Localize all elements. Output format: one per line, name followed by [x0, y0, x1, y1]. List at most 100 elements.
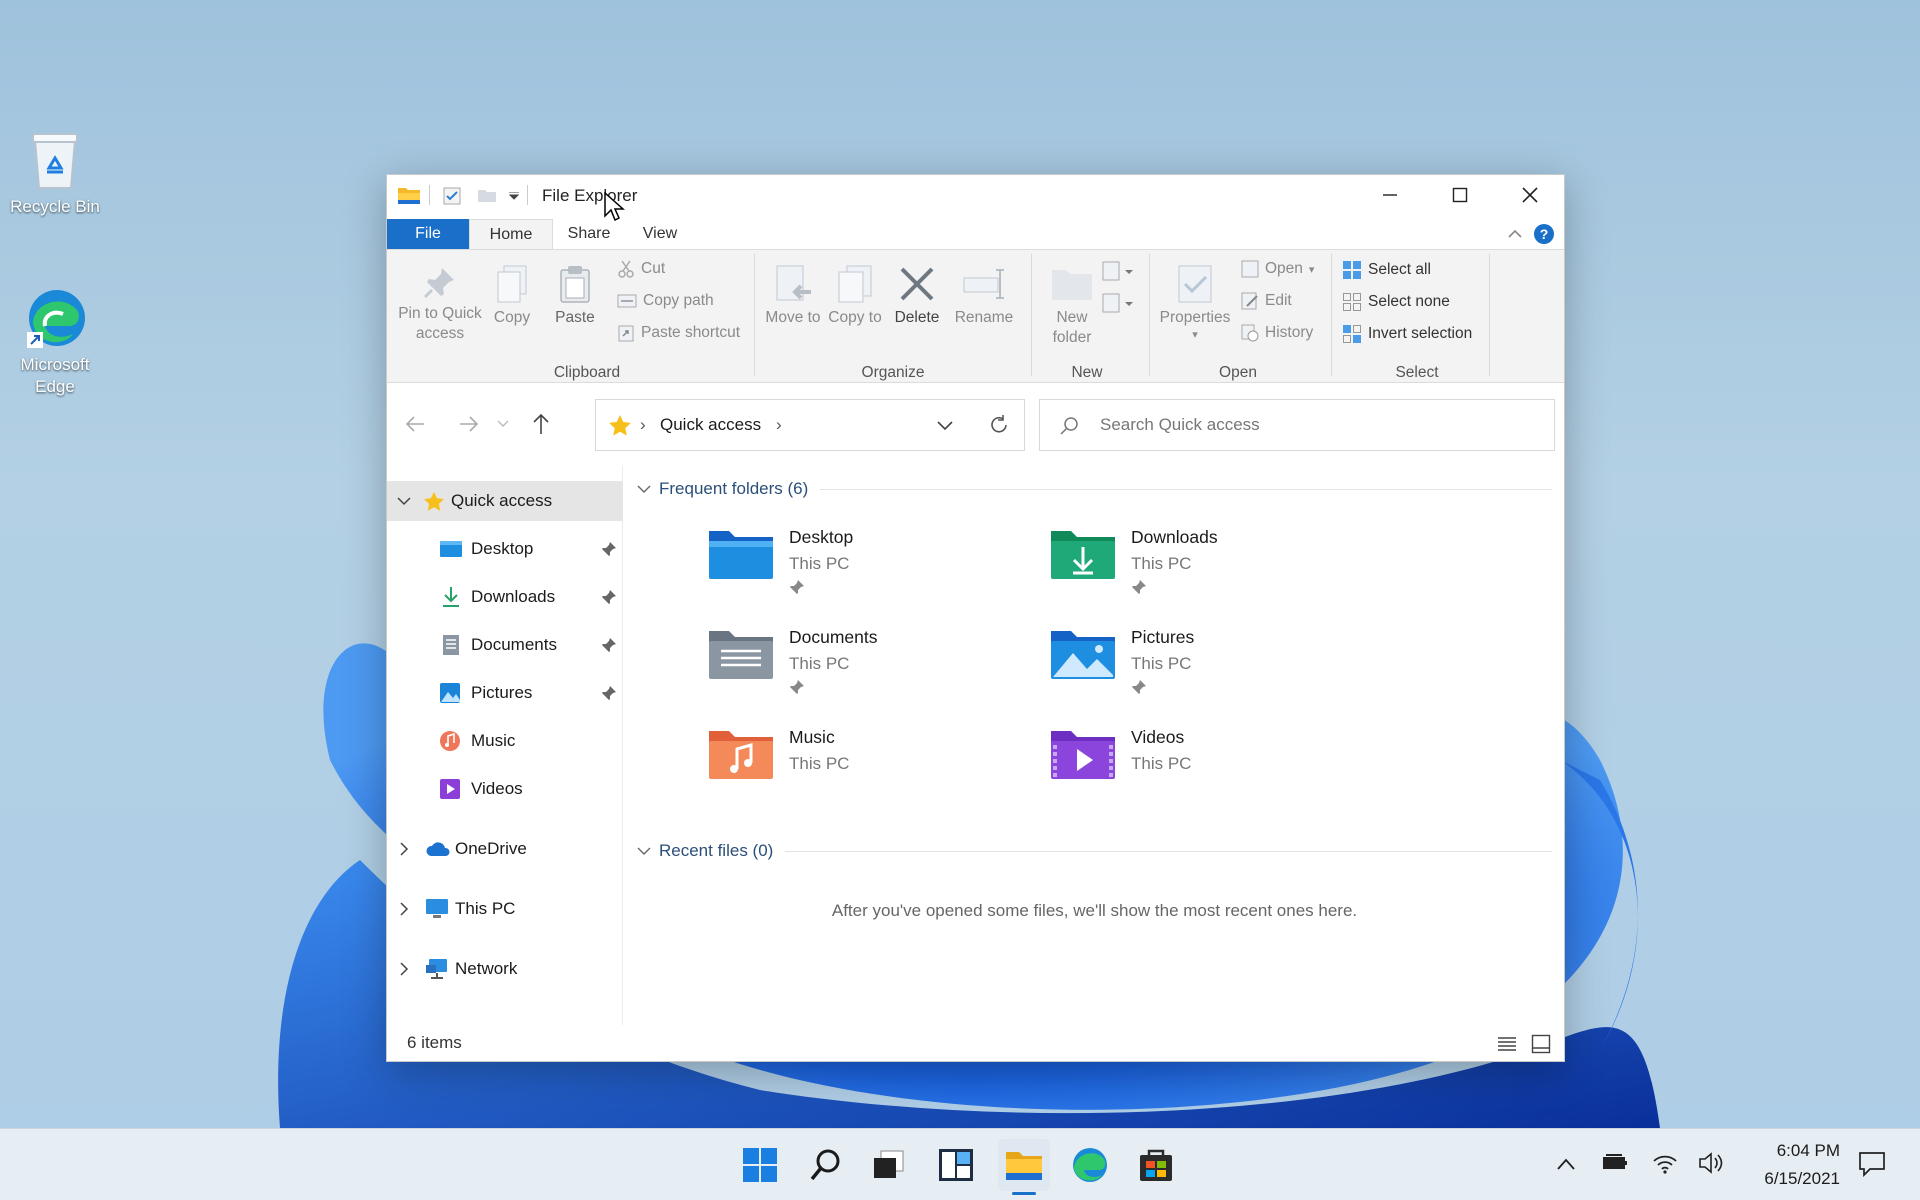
status-bar: 6 items [387, 1023, 1564, 1061]
properties-button[interactable]: Properties ▾ [1153, 264, 1237, 342]
recycle-bin-desktop-icon[interactable]: Recycle Bin [0, 128, 110, 218]
nav-quick-access[interactable]: Quick access [387, 481, 623, 521]
recent-locations-chevron-icon[interactable] [497, 420, 509, 428]
new-folder-quick-icon[interactable] [477, 189, 497, 203]
breadcrumb-quick-access[interactable]: Quick access [660, 415, 761, 435]
large-icons-view-icon[interactable] [1531, 1034, 1551, 1054]
nav-item-music[interactable]: Music [387, 721, 623, 761]
show-hidden-icons-chevron-icon[interactable] [1556, 1157, 1576, 1171]
cut-button[interactable]: Cut [617, 260, 665, 278]
expand-chevron-icon[interactable] [399, 902, 409, 916]
delete-label: Delete [894, 309, 940, 326]
help-icon[interactable]: ? [1533, 223, 1555, 245]
folder-tile-music[interactable]: Music This PC [707, 725, 1037, 809]
nav-item-downloads[interactable]: Downloads [387, 577, 623, 617]
folder-tile-videos[interactable]: Videos This PC [1049, 725, 1379, 809]
title-bar[interactable]: File Explorer [387, 175, 1564, 215]
battery-icon[interactable] [1602, 1153, 1628, 1173]
properties-quick-icon[interactable] [443, 187, 461, 205]
maximize-button[interactable] [1425, 175, 1495, 215]
folder-tile-desktop[interactable]: Desktop This PC [707, 525, 1037, 609]
nav-item-videos[interactable]: Videos [387, 769, 623, 809]
nav-item-documents[interactable]: Documents [387, 625, 623, 665]
frequent-folders-header[interactable]: Frequent folders (6) [637, 479, 1552, 499]
expand-chevron-icon[interactable] [399, 962, 409, 976]
copy-to-button[interactable]: Copy to [825, 264, 885, 328]
select-none-button[interactable]: Select none [1342, 292, 1450, 312]
open-group-label: Open [1219, 364, 1257, 381]
customize-toolbar-icon[interactable] [509, 192, 519, 200]
edge-desktop-icon[interactable]: Microsoft Edge [0, 286, 110, 398]
collapse-ribbon-icon[interactable] [1507, 227, 1523, 239]
easy-access-icon[interactable] [1101, 290, 1135, 316]
wifi-icon[interactable] [1652, 1151, 1678, 1175]
widgets-button[interactable] [930, 1139, 982, 1191]
videos-folder-icon [1051, 731, 1115, 779]
taskbar: 6:04 PM 6/15/2021 [0, 1128, 1920, 1200]
ribbon-tabs: File Home Share View ? [387, 219, 1564, 250]
expand-chevron-icon[interactable] [399, 842, 409, 856]
store-bag-icon [1140, 1149, 1172, 1181]
copy-path-button[interactable]: Copy path [617, 292, 714, 310]
invert-selection-icon [1343, 325, 1361, 343]
new-folder-button[interactable]: New folder [1037, 264, 1107, 348]
folder-tile-downloads[interactable]: Downloads This PC [1049, 525, 1379, 609]
move-to-button[interactable]: Move to [763, 264, 823, 328]
address-bar[interactable]: › Quick access › [595, 399, 1025, 451]
task-view-button[interactable] [862, 1139, 914, 1191]
expand-chevron-icon[interactable] [397, 496, 411, 506]
history-button[interactable]: History [1241, 324, 1313, 342]
back-arrow-icon[interactable] [405, 415, 425, 433]
delete-button[interactable]: Delete [887, 264, 947, 328]
header-divider [785, 850, 1552, 852]
minimize-button[interactable] [1355, 175, 1425, 215]
rename-button[interactable]: Rename [949, 264, 1019, 328]
nav-onedrive[interactable]: OneDrive [387, 829, 623, 869]
file-explorer-taskbar-button[interactable] [998, 1139, 1050, 1195]
ribbon-separator [1489, 254, 1490, 376]
tab-view[interactable]: View [625, 219, 695, 249]
close-button[interactable] [1495, 175, 1565, 215]
tab-share[interactable]: Share [553, 219, 625, 249]
edge-taskbar-button[interactable] [1064, 1139, 1116, 1191]
search-box[interactable]: Search Quick access [1039, 399, 1555, 451]
address-dropdown-icon[interactable] [936, 420, 954, 432]
refresh-icon[interactable] [988, 414, 1010, 436]
group-collapse-chevron-icon[interactable] [637, 484, 651, 494]
details-view-icon[interactable] [1497, 1035, 1517, 1053]
edit-button[interactable]: Edit [1241, 292, 1292, 310]
folder-name: Music [789, 727, 835, 747]
start-button[interactable] [734, 1139, 786, 1191]
pin-to-quick-access-button[interactable]: Pin to Quick access [395, 264, 485, 344]
music-icon [440, 731, 460, 751]
breadcrumb-chevron-icon[interactable]: › [776, 415, 782, 435]
volume-icon[interactable] [1698, 1151, 1724, 1175]
paste-shortcut-button[interactable]: Paste shortcut [617, 324, 740, 342]
clock[interactable]: 6:04 PM 6/15/2021 [1740, 1137, 1840, 1193]
documents-icon [443, 635, 459, 655]
group-collapse-chevron-icon[interactable] [637, 846, 651, 856]
nav-this-pc[interactable]: This PC [387, 889, 623, 929]
select-all-button[interactable]: Select all [1342, 260, 1431, 280]
copy-button[interactable]: Copy [487, 264, 537, 328]
search-icon [810, 1149, 840, 1181]
recent-files-header[interactable]: Recent files (0) [637, 841, 1552, 861]
invert-selection-button[interactable]: Invert selection [1342, 324, 1472, 344]
tab-home[interactable]: Home [469, 219, 553, 250]
up-arrow-icon[interactable] [531, 413, 551, 435]
forward-arrow-icon[interactable] [459, 415, 479, 433]
open-button[interactable]: Open ▾ [1241, 260, 1314, 278]
tab-file[interactable]: File [387, 219, 469, 249]
folder-tile-pictures[interactable]: Pictures This PC [1049, 625, 1379, 709]
paste-button[interactable]: Paste [545, 264, 605, 328]
store-taskbar-button[interactable] [1130, 1139, 1182, 1191]
folder-tile-documents[interactable]: Documents This PC [707, 625, 1037, 709]
nav-item-desktop[interactable]: Desktop [387, 529, 623, 569]
paste-icon [560, 266, 590, 303]
notifications-icon[interactable] [1858, 1151, 1886, 1177]
nav-network[interactable]: Network [387, 949, 623, 989]
search-taskbar-button[interactable] [800, 1139, 852, 1191]
nav-item-pictures[interactable]: Pictures [387, 673, 623, 713]
nav-documents-label: Documents [471, 635, 557, 654]
new-item-icon[interactable] [1101, 260, 1135, 284]
